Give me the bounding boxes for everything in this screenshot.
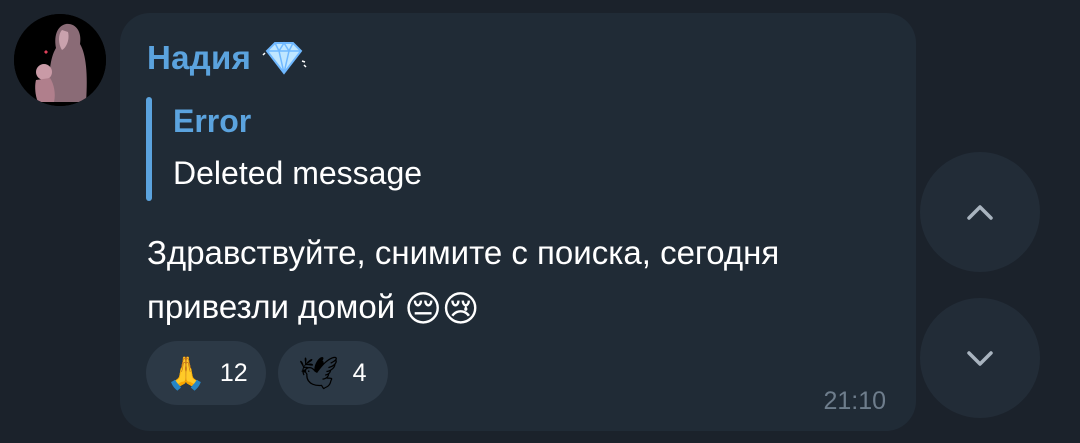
message-time: 21:10 xyxy=(823,387,886,415)
chevron-up-icon xyxy=(967,205,993,220)
avatar[interactable] xyxy=(14,14,106,106)
scroll-up-button[interactable] xyxy=(920,152,1040,272)
reply-bar xyxy=(146,97,152,201)
reaction-dove[interactable]: 🕊 4 xyxy=(278,341,388,405)
chevron-down-icon xyxy=(967,351,993,366)
diamond-icon xyxy=(261,41,307,75)
reply-text: Deleted message xyxy=(173,155,423,191)
avatar-silhouette-icon xyxy=(14,14,106,106)
reaction-pray[interactable]: 🙏 12 xyxy=(146,341,266,405)
reaction-count: 12 xyxy=(219,358,248,387)
sender-name[interactable]: Надия xyxy=(147,39,251,77)
reply-quote[interactable]: Error Deleted message xyxy=(146,97,546,201)
reply-title: Error xyxy=(173,103,252,139)
dove-emoji: 🕊 xyxy=(298,355,339,391)
scroll-down-button[interactable] xyxy=(920,298,1040,418)
reaction-count: 4 xyxy=(352,358,367,387)
sender: Надия xyxy=(147,39,307,77)
crying-face-emoji: 😢 xyxy=(441,288,480,330)
pensive-face-emoji: 😔 xyxy=(404,288,442,330)
pray-emoji: 🙏 xyxy=(166,355,206,391)
message-bubble[interactable]: Надия Error Deleted message Здравствуйте… xyxy=(120,13,916,431)
message-text: Здравствуйте, снимите с поиска, сегодня … xyxy=(147,226,907,334)
